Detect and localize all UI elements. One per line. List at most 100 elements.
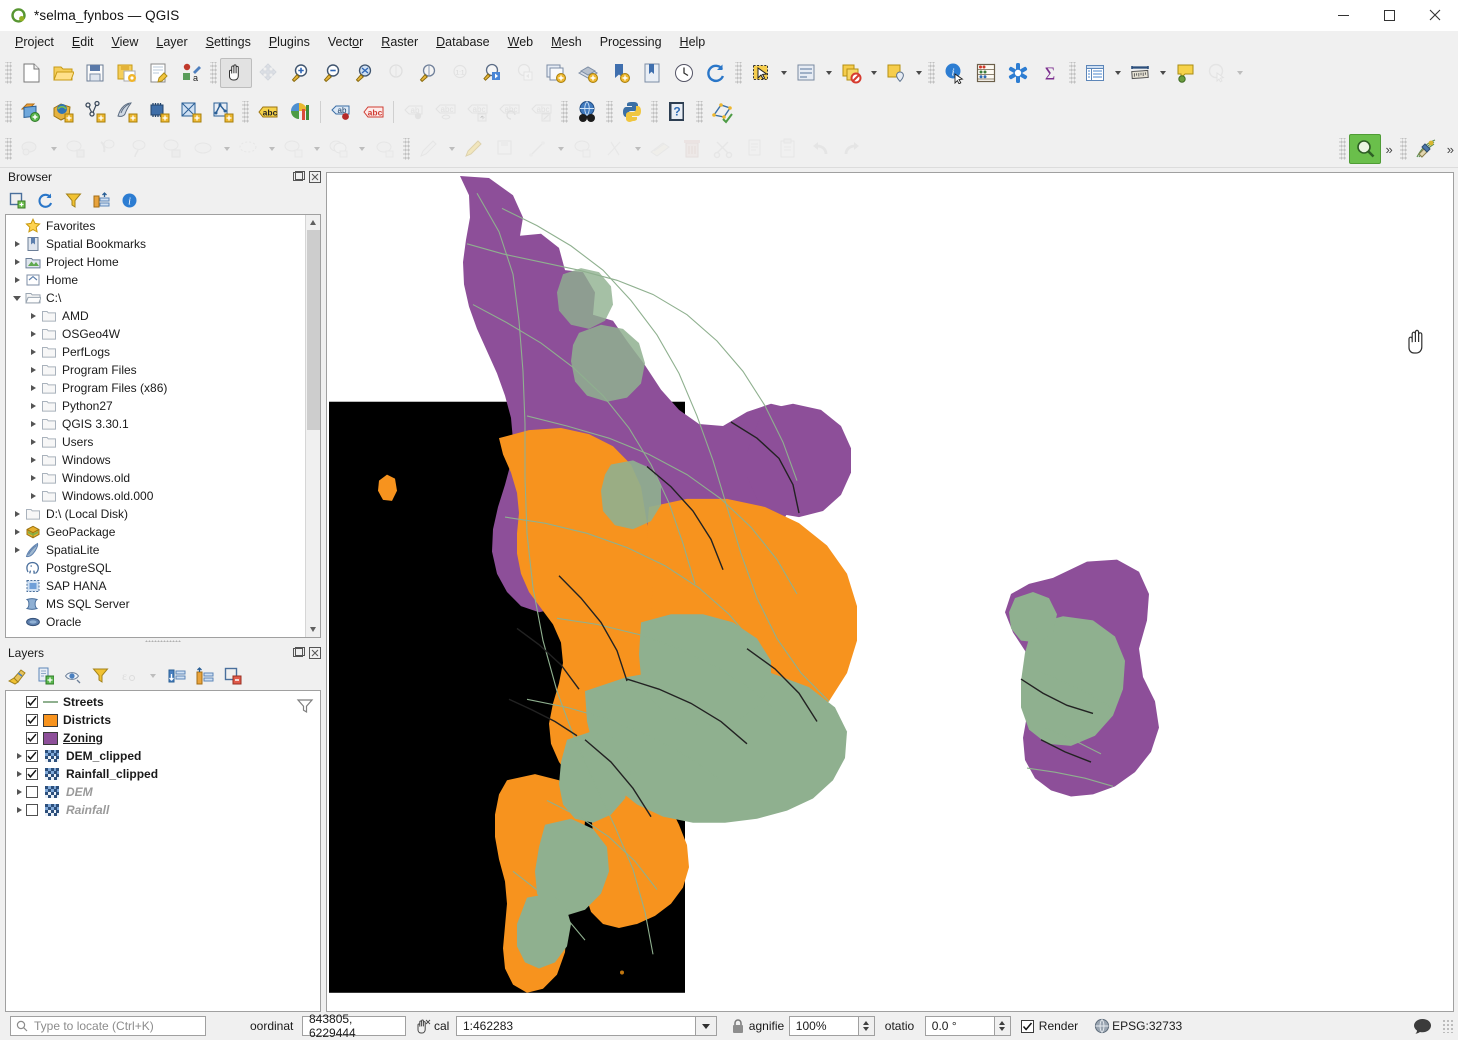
menu-project[interactable]: Project — [6, 33, 63, 51]
plugins-overflow-button[interactable]: » — [1442, 142, 1458, 157]
plugins-toolbar-button[interactable] — [1410, 134, 1442, 164]
locator-search-input[interactable]: Type to locate (Ctrl+K) — [10, 1016, 206, 1036]
measure-dropdown[interactable] — [1156, 58, 1169, 88]
move-feature-button[interactable] — [278, 134, 310, 164]
new-map-view-button[interactable] — [540, 58, 572, 88]
refresh-icon[interactable] — [36, 191, 54, 209]
render-checkbox[interactable] — [1021, 1020, 1034, 1033]
georeferencer-button[interactable] — [706, 97, 738, 127]
browser-tree-item[interactable]: SpatiaLite — [6, 541, 305, 559]
zoom-last-button[interactable] — [476, 58, 508, 88]
add-group-icon[interactable] — [36, 667, 54, 685]
deselect-features-dropdown[interactable] — [867, 58, 880, 88]
layer-tree-item[interactable]: DEM_clipped — [6, 747, 320, 765]
new-shapefile-layer-button[interactable]: abc — [252, 97, 284, 127]
undo-button[interactable] — [804, 134, 836, 164]
browser-tree[interactable]: FavoritesSpatial BookmarksProject HomeHo… — [5, 214, 321, 638]
zoom-next-button[interactable] — [508, 58, 540, 88]
toggle-editing-button[interactable] — [60, 134, 92, 164]
digitize-pencil-button[interactable] — [458, 134, 490, 164]
change-label-button[interactable]: abc — [526, 97, 558, 127]
filter-funnel-icon[interactable] — [64, 191, 82, 209]
chevron-right-icon[interactable] — [26, 379, 40, 397]
select-features-button[interactable] — [745, 58, 777, 88]
chevron-right-icon[interactable] — [26, 361, 40, 379]
browser-vertical-scrollbar[interactable] — [305, 215, 320, 637]
add-vector-layer-button[interactable] — [47, 97, 79, 127]
zoom-to-selection-button[interactable] — [380, 58, 412, 88]
new-3d-map-view-button[interactable] — [572, 58, 604, 88]
add-raster-layer-button[interactable] — [79, 97, 111, 127]
browser-tree-item[interactable]: Python27 — [6, 397, 305, 415]
expand-all-icon[interactable] — [168, 667, 186, 685]
reshape-features-dropdown[interactable] — [631, 134, 644, 164]
scroll-track[interactable] — [306, 230, 321, 622]
chevron-right-icon[interactable] — [12, 783, 26, 801]
browser-tree-item[interactable]: Oracle — [6, 613, 305, 631]
maximize-button[interactable] — [1366, 0, 1412, 31]
browser-tree-item[interactable]: C:\ — [6, 289, 305, 307]
pan-to-selection-button[interactable] — [252, 58, 284, 88]
statusbar-resize-grip[interactable] — [1442, 1019, 1454, 1033]
chevron-right-icon[interactable] — [26, 469, 40, 487]
paste-features-button[interactable] — [772, 134, 804, 164]
chevron-right-icon[interactable] — [26, 433, 40, 451]
toolbar-grip[interactable] — [651, 101, 658, 123]
add-delimited-text-layer-button[interactable] — [143, 97, 175, 127]
browser-tree-item[interactable]: Project Home — [6, 253, 305, 271]
select-by-value-dropdown[interactable] — [822, 58, 835, 88]
toolbar-grip[interactable] — [1069, 62, 1076, 84]
toolbar-grip[interactable] — [5, 138, 12, 160]
multi-edit-button[interactable] — [644, 134, 676, 164]
refresh-button[interactable] — [700, 58, 732, 88]
close-button[interactable] — [1412, 0, 1458, 31]
browser-tree-item[interactable]: GeoPackage — [6, 523, 305, 541]
modify-attributes-dropdown[interactable] — [220, 134, 233, 164]
menu-web[interactable]: Web — [499, 33, 542, 51]
browser-tree-item[interactable]: OSGeo4W — [6, 325, 305, 343]
current-edits-button[interactable] — [15, 134, 47, 164]
save-project-as-button[interactable] — [111, 58, 143, 88]
chevron-right-icon[interactable] — [10, 253, 24, 271]
layer-visibility-checkbox[interactable] — [26, 768, 38, 780]
scale-dropdown-button[interactable] — [695, 1016, 717, 1036]
layer-visibility-checkbox[interactable] — [26, 786, 38, 798]
browser-tree-item[interactable]: Windows.old — [6, 469, 305, 487]
toggle-edit-pencil-dropdown[interactable] — [445, 134, 458, 164]
toolbar-grip[interactable] — [403, 138, 410, 160]
browser-tree-item[interactable]: PostgreSQL — [6, 559, 305, 577]
layers-close-icon[interactable] — [308, 646, 322, 660]
delete-selected-button[interactable] — [676, 134, 708, 164]
toolbar-grip[interactable] — [1339, 138, 1346, 160]
chevron-right-icon[interactable] — [26, 307, 40, 325]
browser-tree-item[interactable]: SAP HANA — [6, 577, 305, 595]
layer-tree-item[interactable]: Rainfall_clipped — [6, 765, 320, 783]
pan-map-button[interactable] — [220, 58, 252, 88]
globe-crs-icon[interactable] — [1092, 1018, 1112, 1034]
measure-line-button[interactable] — [1124, 58, 1156, 88]
styling-brush-icon[interactable] — [8, 667, 26, 685]
chevron-right-icon[interactable] — [12, 747, 26, 765]
layers-undock-icon[interactable] — [292, 646, 306, 660]
message-bubble-icon[interactable] — [1408, 1018, 1436, 1035]
chevron-right-icon[interactable] — [26, 397, 40, 415]
menu-vector[interactable]: Vector — [319, 33, 372, 51]
select-by-value-button[interactable] — [790, 58, 822, 88]
scroll-down-icon[interactable] — [306, 622, 321, 637]
zoom-magnifier-button[interactable] — [1349, 134, 1381, 164]
lock-icon[interactable] — [727, 1018, 749, 1034]
current-edits-dropdown[interactable] — [47, 134, 60, 164]
browser-tree-item[interactable]: QGIS 3.30.1 — [6, 415, 305, 433]
browser-close-icon[interactable] — [308, 170, 322, 184]
cut-features-button[interactable] — [708, 134, 740, 164]
select-by-location-button[interactable] — [880, 58, 912, 88]
zoom-to-layer-button[interactable] — [412, 58, 444, 88]
magnifier-spinner[interactable] — [859, 1016, 875, 1036]
chevron-right-icon[interactable] — [10, 505, 24, 523]
new-bookmark-button[interactable] — [604, 58, 636, 88]
chevron-right-icon[interactable] — [26, 343, 40, 361]
collapse-all-icon[interactable] — [196, 667, 214, 685]
vertex-tool-button[interactable] — [156, 134, 188, 164]
toolbar-grip[interactable] — [210, 62, 217, 84]
chevron-right-icon[interactable] — [26, 415, 40, 433]
